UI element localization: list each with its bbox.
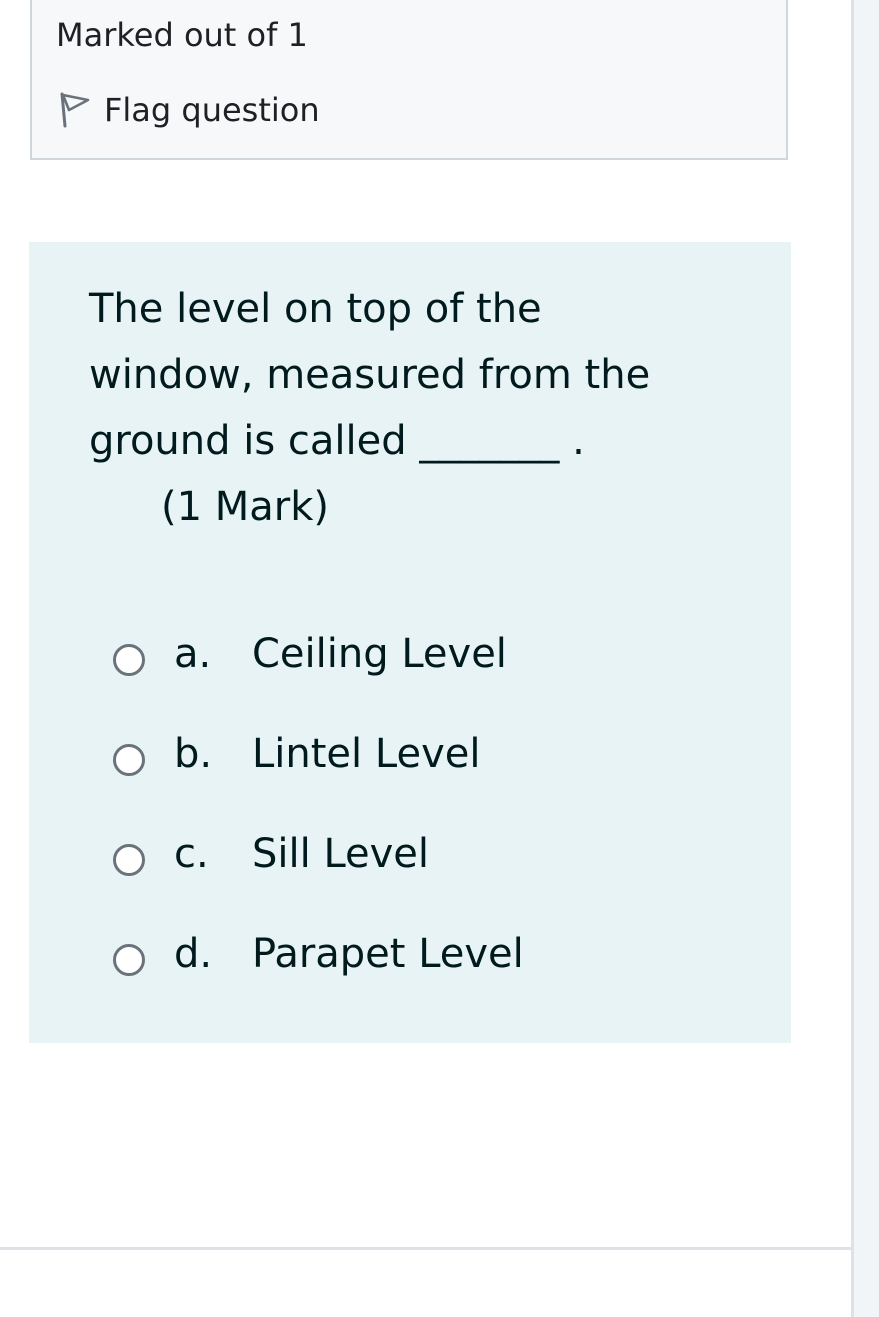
answer-option-d[interactable]: d. Parapet Level [113, 904, 524, 1004]
flag-question-label: Flag question [104, 91, 320, 129]
question-info-panel: Marked out of 1 Flag question [30, 0, 788, 160]
option-label[interactable]: Parapet Level [252, 929, 524, 979]
answer-option-c[interactable]: c. Sill Level [113, 804, 524, 904]
question-content-panel: The level on top of the window, measured… [29, 242, 791, 1043]
flag-question-link[interactable]: Flag question [56, 90, 320, 130]
radio-button[interactable] [113, 644, 145, 676]
section-divider [0, 1247, 852, 1250]
option-letter: a. [174, 631, 212, 677]
option-label[interactable]: Lintel Level [252, 729, 480, 779]
radio-button[interactable] [113, 844, 145, 876]
option-letter: b. [174, 731, 213, 777]
answer-option-a[interactable]: a. Ceiling Level [113, 604, 524, 704]
option-letter: d. [174, 931, 213, 977]
question-text: The level on top of the window, measured… [89, 276, 719, 540]
option-letter: c. [174, 831, 209, 877]
question-line: The level on top of the [89, 286, 542, 332]
mark-note: (1 Mark) [161, 484, 330, 530]
option-label[interactable]: Sill Level [252, 829, 429, 879]
flag-icon [56, 90, 92, 130]
answer-option-b[interactable]: b. Lintel Level [113, 704, 524, 804]
answer-options: a. Ceiling Level b. Lintel Level c. Sill… [113, 604, 524, 1004]
option-label[interactable]: Ceiling Level [252, 629, 507, 679]
radio-button[interactable] [113, 744, 145, 776]
side-drawer-edge [851, 0, 879, 1317]
marks-info: Marked out of 1 [56, 16, 308, 54]
question-line: ground is called _______ . [89, 418, 585, 464]
question-line: window, measured from the [89, 352, 651, 398]
radio-button[interactable] [113, 944, 145, 976]
